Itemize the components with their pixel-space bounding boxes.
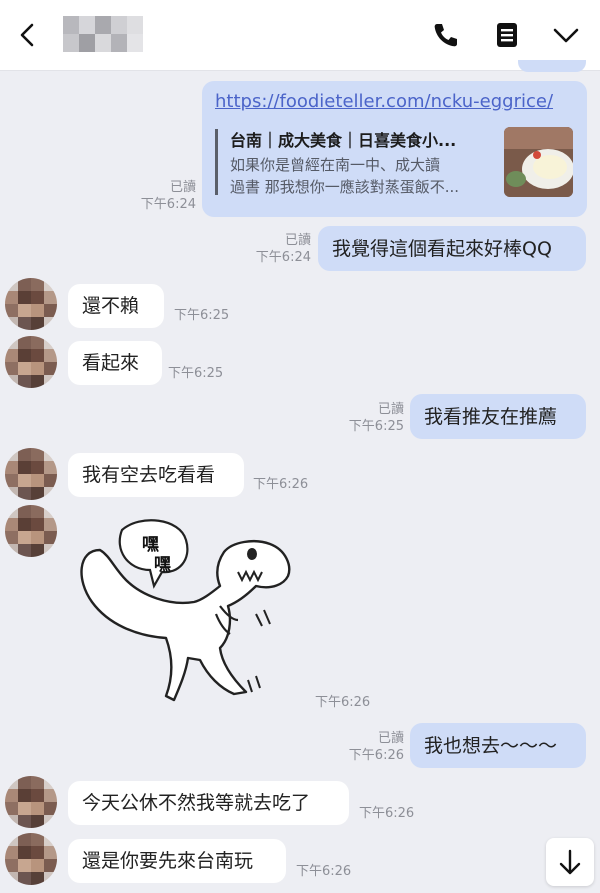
link-preview-bubble[interactable]: https://foodieteller.com/ncku-eggrice/ 台… — [202, 81, 587, 217]
link-url[interactable]: https://foodieteller.com/ncku-eggrice/ — [215, 91, 553, 112]
link-preview-divider — [215, 129, 218, 195]
avatar[interactable] — [5, 505, 57, 557]
avatar[interactable] — [5, 833, 57, 885]
read-receipt: 已讀 — [169, 180, 196, 195]
sticker-speech-text-2: 嘿 — [154, 555, 171, 575]
message-bubble-outgoing[interactable]: 我看推友在推薦 — [410, 394, 586, 439]
phone-icon — [434, 24, 457, 47]
message-time: 下午6:26 — [359, 806, 415, 821]
message-bubble-incoming[interactable]: 看起來 — [68, 341, 162, 385]
avatar[interactable] — [5, 336, 57, 388]
message-time: 下午6:26 — [296, 864, 352, 879]
dinosaur-sticker-image: 嘿 嘿 — [80, 519, 291, 702]
message-time: 下午6:24 — [255, 250, 311, 265]
message-time: 下午6:24 — [140, 197, 196, 212]
chevron-down-icon — [553, 28, 579, 43]
link-preview-thumbnail[interactable] — [504, 127, 573, 197]
previous-message-bubble-edge — [518, 60, 586, 72]
message-time: 下午6:26 — [348, 748, 404, 763]
link-preview-description: 如果你是曾經在南一中、成大讀 — [230, 156, 441, 174]
avatar[interactable] — [5, 776, 57, 828]
message-time: 下午6:25 — [348, 419, 404, 434]
message-time: 下午6:25 — [174, 308, 230, 323]
link-preview-title: 台南｜成大美食｜日喜美食小... — [230, 131, 457, 150]
scroll-to-bottom-button[interactable] — [546, 838, 594, 886]
chevron-left-icon — [20, 23, 34, 47]
menu-button[interactable] — [548, 17, 584, 53]
chat-header — [0, 0, 600, 71]
message-bubble-incoming[interactable]: 今天公休不然我等就去吃了 — [68, 781, 349, 825]
message-time: 下午6:26 — [315, 695, 371, 710]
notes-button[interactable] — [489, 17, 525, 53]
dinosaur-sticker[interactable]: 嘿 嘿 — [70, 510, 302, 720]
call-button[interactable] — [428, 17, 464, 53]
message-bubble-incoming[interactable]: 還不賴 — [68, 284, 164, 328]
message-time: 下午6:26 — [253, 477, 309, 492]
arrow-down-icon — [559, 849, 581, 875]
sticker-speech-text-1: 嘿 — [142, 535, 159, 555]
back-button[interactable] — [10, 17, 46, 53]
message-time: 下午6:25 — [168, 366, 224, 381]
message-bubble-incoming[interactable]: 我有空去吃看看 — [68, 453, 244, 497]
link-preview-description: 過書 那我想你一應該對蒸蛋飯不... — [230, 178, 460, 196]
message-bubble-outgoing[interactable]: 我也想去～～～ — [410, 723, 586, 768]
notes-icon — [497, 23, 517, 47]
avatar[interactable] — [5, 448, 57, 500]
contact-name-blurred — [63, 16, 143, 52]
avatar[interactable] — [5, 278, 57, 330]
read-receipt: 已讀 — [377, 402, 404, 417]
read-receipt: 已讀 — [377, 731, 404, 746]
message-bubble-incoming[interactable]: 還是你要先來台南玩 — [68, 839, 286, 883]
message-bubble-outgoing[interactable]: 我覺得這個看起來好棒QQ — [318, 226, 586, 271]
read-receipt: 已讀 — [284, 233, 311, 248]
